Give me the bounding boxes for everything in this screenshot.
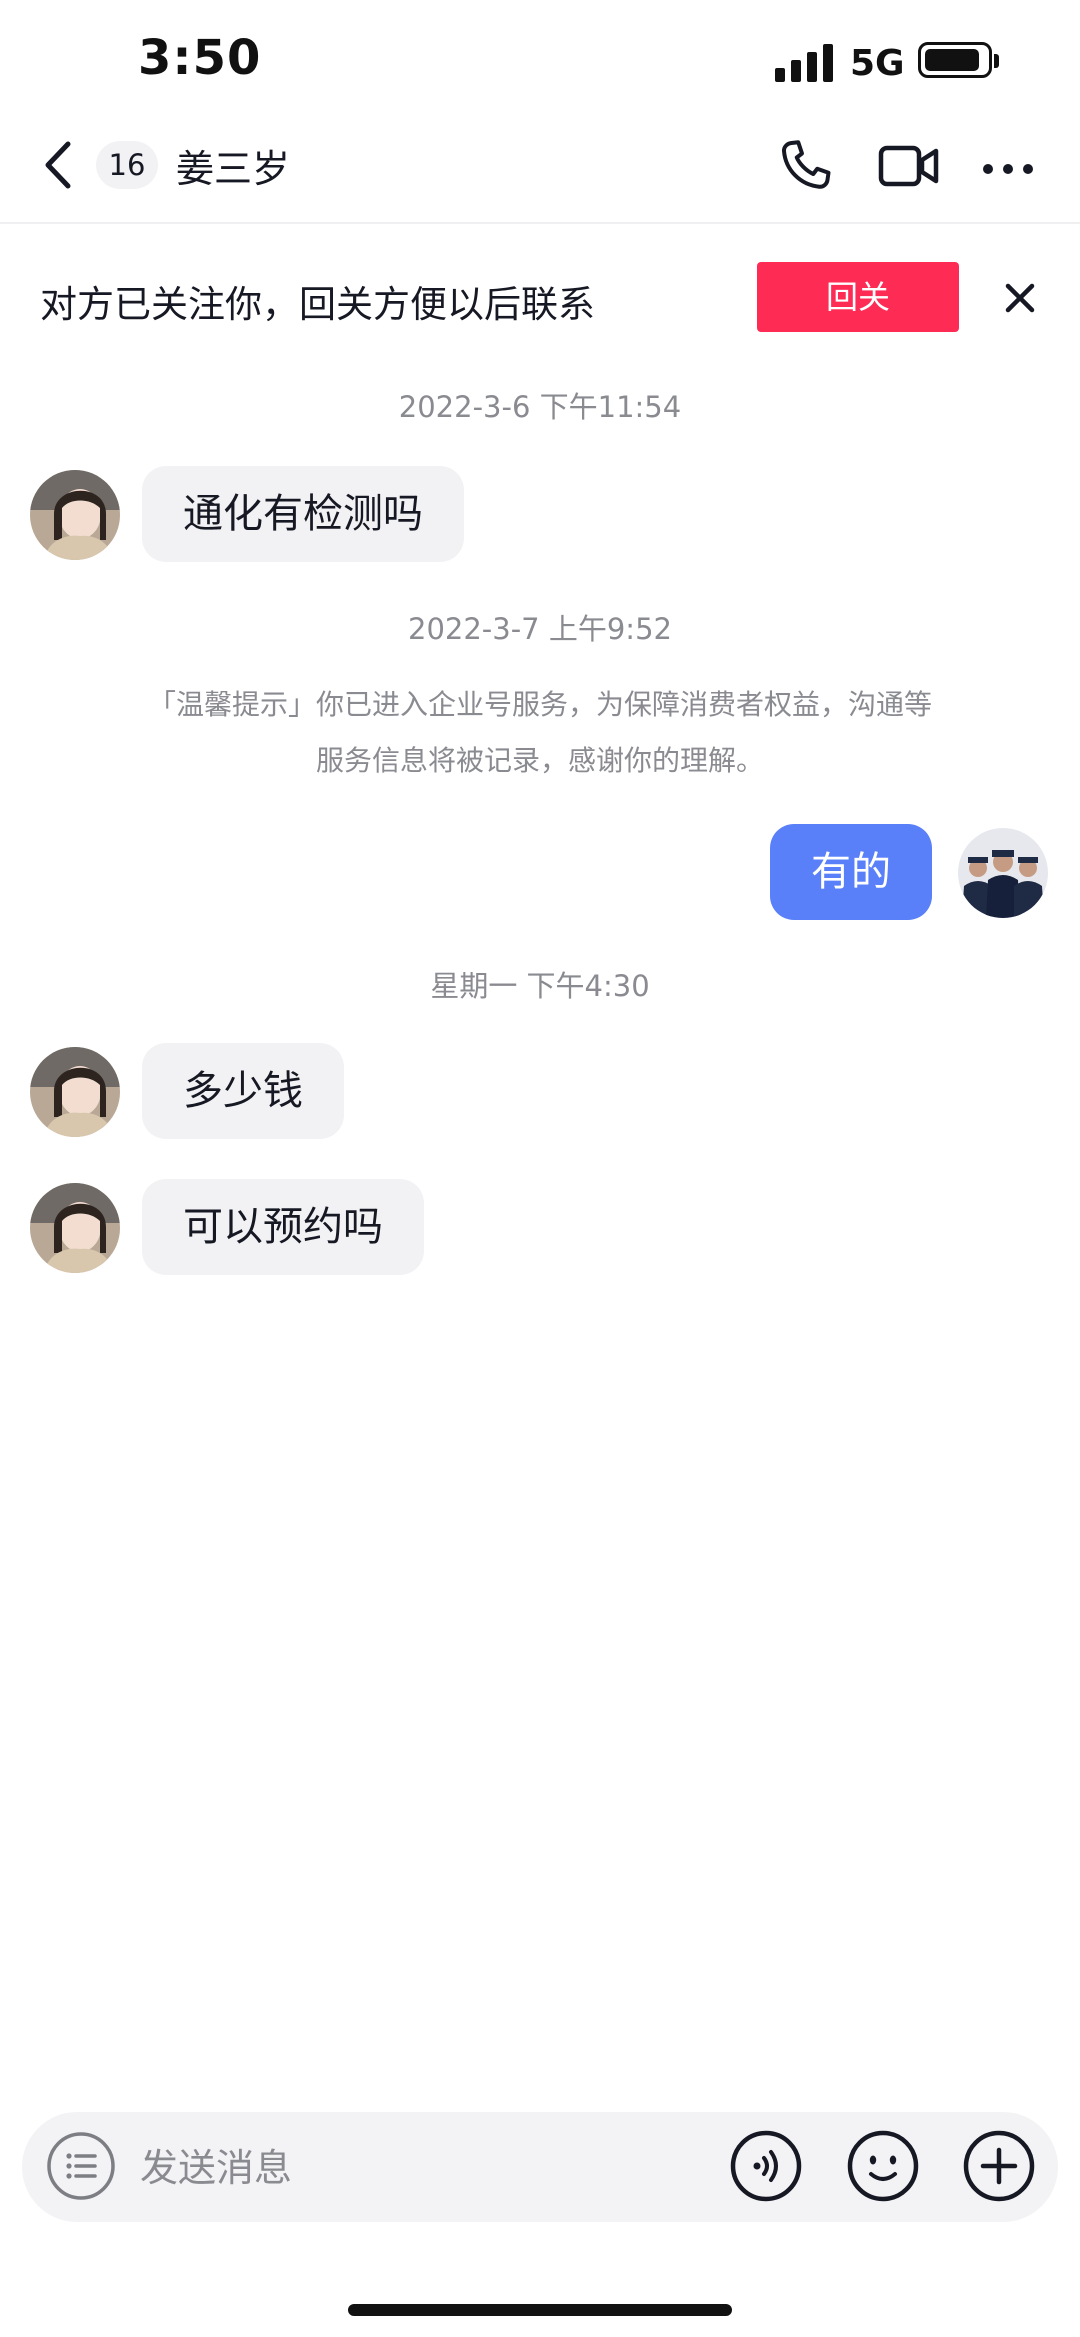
video-camera-icon: [878, 145, 939, 187]
contact-avatar-image: [30, 1183, 120, 1273]
message-timestamp: 2022-3-6 下午11:54: [398, 390, 682, 424]
system-notice-line: 服务信息将被记录，感谢你的理解。: [315, 744, 764, 777]
message-timestamp: 2022-3-7 上午9:52: [408, 612, 672, 646]
network-type: 5G: [850, 43, 905, 84]
contact-avatar-image: [30, 1047, 120, 1137]
emoji-icon: [847, 2130, 919, 2202]
more-button[interactable]: [982, 160, 1034, 174]
quick-menu-button[interactable]: [46, 2131, 116, 2201]
close-banner-button[interactable]: [998, 276, 1042, 320]
battery-icon: [918, 42, 992, 78]
more-dots-icon: [983, 164, 1033, 174]
unread-count-badge[interactable]: 16: [96, 141, 158, 189]
plus-icon: [963, 2130, 1035, 2202]
contact-avatar[interactable]: [30, 1183, 120, 1273]
list-menu-icon: [47, 2132, 115, 2200]
incoming-message-bubble[interactable]: 可以预约吗: [142, 1179, 424, 1275]
outgoing-message-bubble[interactable]: 有的: [770, 824, 932, 920]
system-notice-line: 「温馨提示」你已进入企业号服务，为保障消费者权益，沟通等: [147, 688, 932, 721]
contact-avatar[interactable]: [30, 470, 120, 560]
follow-back-button[interactable]: 回关: [757, 262, 959, 332]
voice-message-button[interactable]: [730, 2130, 802, 2202]
message-input[interactable]: [140, 2136, 700, 2200]
my-avatar[interactable]: [958, 828, 1048, 918]
follow-back-prompt: 对方已关注你，回关方便以后联系: [40, 283, 595, 326]
home-indicator[interactable]: [348, 2304, 732, 2316]
header-divider: [0, 222, 1080, 224]
contact-avatar[interactable]: [30, 1047, 120, 1137]
battery-level-fill: [925, 49, 979, 71]
voice-icon: [730, 2130, 802, 2202]
incoming-message-bubble[interactable]: 通化有检测吗: [142, 466, 464, 562]
voice-call-button[interactable]: [775, 136, 835, 196]
emoji-button[interactable]: [847, 2130, 919, 2202]
more-actions-button[interactable]: [963, 2130, 1035, 2202]
chat-title[interactable]: 姜三岁: [176, 138, 290, 193]
contact-avatar-image: [30, 470, 120, 560]
close-icon: [1005, 283, 1035, 313]
my-avatar-image: [958, 828, 1048, 918]
incoming-message-bubble[interactable]: 多少钱: [142, 1043, 344, 1139]
back-button[interactable]: [30, 132, 90, 198]
video-call-button[interactable]: [878, 142, 940, 190]
chevron-left-icon: [45, 141, 71, 189]
message-timestamp: 星期一 下午4:30: [430, 969, 650, 1003]
phone-icon: [782, 140, 831, 189]
signal-bars-icon: [775, 42, 835, 82]
battery-cap: [994, 54, 999, 68]
status-time: 3:50: [138, 30, 262, 86]
